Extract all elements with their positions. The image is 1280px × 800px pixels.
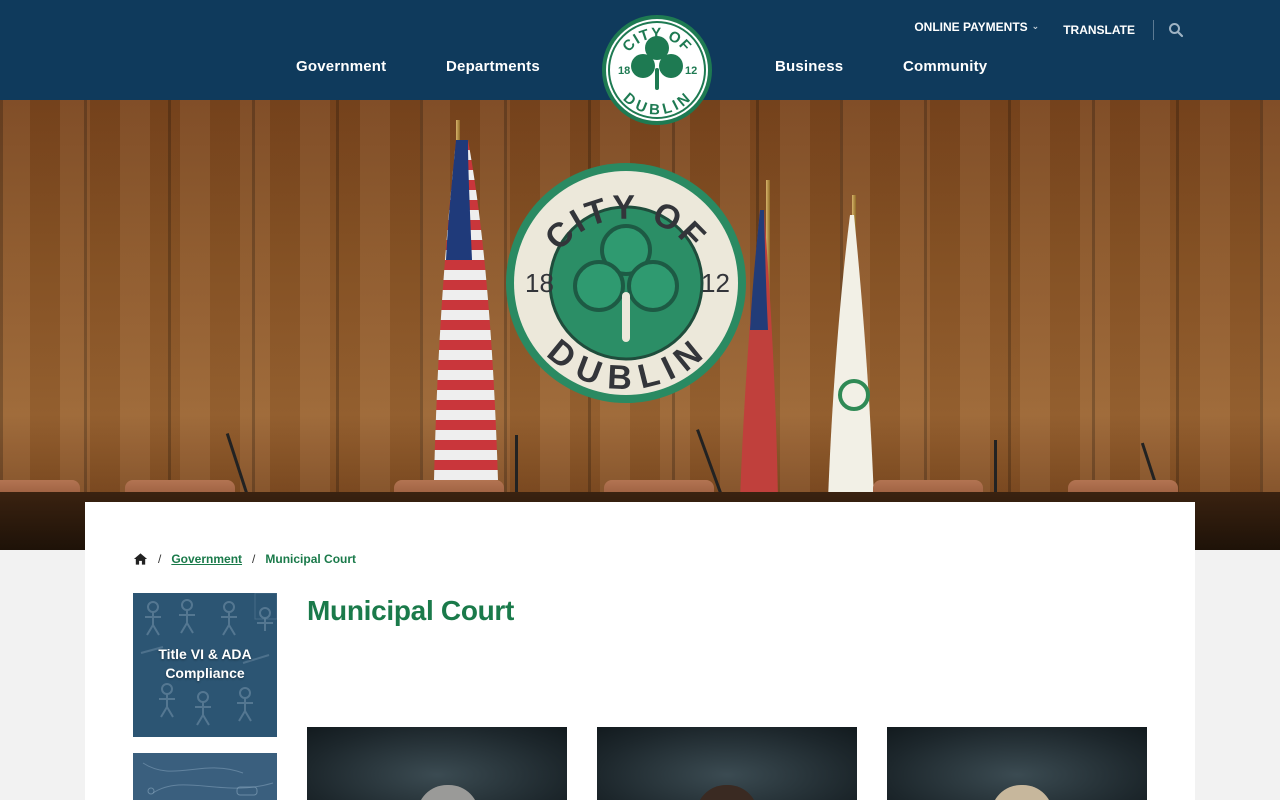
judge-photo[interactable] (307, 727, 567, 800)
online-payments-label: ONLINE PAYMENTS (914, 20, 1028, 34)
us-flag (434, 140, 498, 480)
sidebar-card-label: Title VI & ADA Compliance (158, 646, 252, 681)
svg-text:12: 12 (701, 268, 730, 298)
page-title: Municipal Court (307, 595, 515, 626)
nav-departments[interactable]: Departments (446, 58, 540, 75)
svg-text:18: 18 (618, 65, 630, 77)
judge-photo[interactable] (887, 727, 1147, 800)
city-flag (828, 215, 874, 500)
breadcrumb-separator: / (252, 552, 256, 566)
person-head (696, 785, 758, 800)
home-icon[interactable] (133, 552, 148, 566)
city-seal-logo[interactable]: CITY OF DUBLIN 18 12 (601, 14, 713, 126)
nav-business[interactable]: Business (775, 58, 843, 75)
chevron-down-icon: ⌄ (1031, 20, 1040, 31)
person-head (417, 785, 479, 800)
hero-image: CITY OF DUBLIN 18 12 (0, 100, 1280, 550)
nav-government[interactable]: Government (296, 58, 386, 75)
person-head (991, 785, 1053, 800)
sidebar-card-2[interactable] (133, 753, 277, 800)
translate-button[interactable]: TRANSLATE (1063, 20, 1154, 40)
svg-text:12: 12 (685, 65, 697, 77)
nav-community[interactable]: Community (903, 58, 987, 75)
utility-bar: ONLINE PAYMENTS ⌄ TRANSLATE (914, 14, 1184, 40)
search-icon[interactable] (1168, 22, 1184, 38)
breadcrumb-separator: / (158, 552, 162, 566)
sidebar-card-title-vi-ada[interactable]: Title VI & ADA Compliance (133, 593, 277, 737)
wall-seal: CITY OF DUBLIN 18 12 (506, 163, 746, 403)
breadcrumb: / Government / Municipal Court (133, 552, 356, 566)
online-payments-dropdown[interactable]: ONLINE PAYMENTS ⌄ (914, 20, 1039, 34)
map-graphic (142, 762, 274, 796)
svg-text:18: 18 (525, 268, 554, 298)
breadcrumb-current: Municipal Court (265, 552, 357, 566)
content-card: / Government / Municipal Court Title VI … (85, 502, 1195, 800)
breadcrumb-government[interactable]: Government (171, 552, 242, 566)
judge-photo[interactable] (597, 727, 857, 800)
